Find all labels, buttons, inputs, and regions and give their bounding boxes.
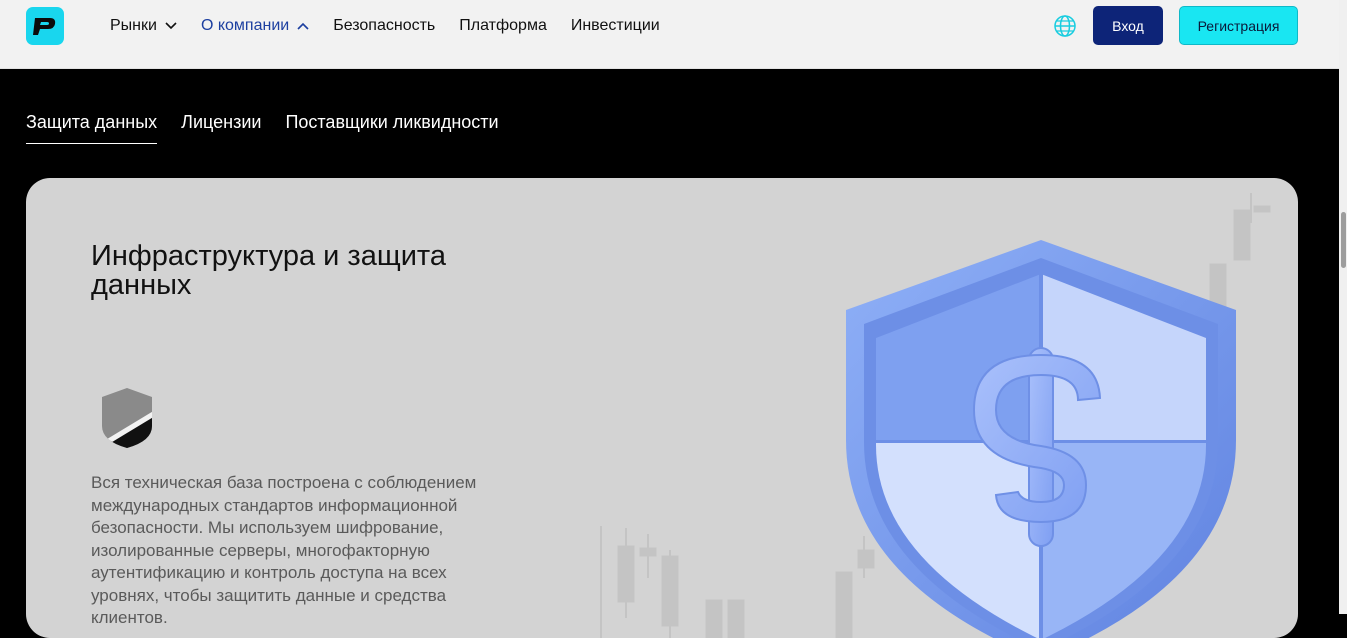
nav-label: Инвестиции [570, 17, 660, 34]
tab-data-protection[interactable]: Защита данных [26, 112, 158, 144]
section-description: Вся техническая база построена с соблюде… [91, 473, 477, 627]
nav-item-platform[interactable]: Платформа [459, 17, 547, 35]
nav-label: Рынки [110, 17, 157, 34]
section-tabs: Защита данных Лицензии Поставщики ликвид… [26, 112, 523, 144]
chevron-up-icon [297, 22, 309, 30]
register-button[interactable]: Регистрация [1179, 6, 1298, 45]
nav-label: О компании [200, 17, 290, 34]
login-button[interactable]: Вход [1093, 6, 1163, 45]
nav-item-security[interactable]: Безопасность [333, 17, 435, 35]
nav-item-about[interactable]: О компании [201, 17, 309, 35]
top-header: Рынки О компании Безопасность Платформа … [0, 0, 1339, 69]
tab-liquidity-providers[interactable]: Поставщики ликвидности [285, 112, 498, 144]
nav-item-investments[interactable]: Инвестиции [571, 17, 660, 35]
nav-label: Безопасность [333, 17, 436, 34]
shield-icon [99, 386, 155, 455]
logo-icon [33, 18, 56, 35]
nav-label: Платформа [459, 17, 547, 34]
shield-dollar-illustration [846, 240, 1236, 638]
info-card: Инфраструктура и защита данных Вся техни… [26, 178, 1298, 638]
tab-licenses[interactable]: Лицензии [181, 112, 261, 144]
chevron-down-icon [165, 22, 177, 30]
scrollbar-track[interactable] [1339, 0, 1347, 614]
nav-item-markets[interactable]: Рынки [110, 17, 177, 35]
main-nav: Рынки О компании Безопасность Платформа … [110, 0, 684, 52]
brand-logo[interactable] [26, 7, 64, 45]
scrollbar-thumb[interactable] [1341, 212, 1346, 268]
globe-icon[interactable] [1053, 14, 1077, 38]
section-title: Инфраструктура и защита данных [91, 240, 446, 301]
